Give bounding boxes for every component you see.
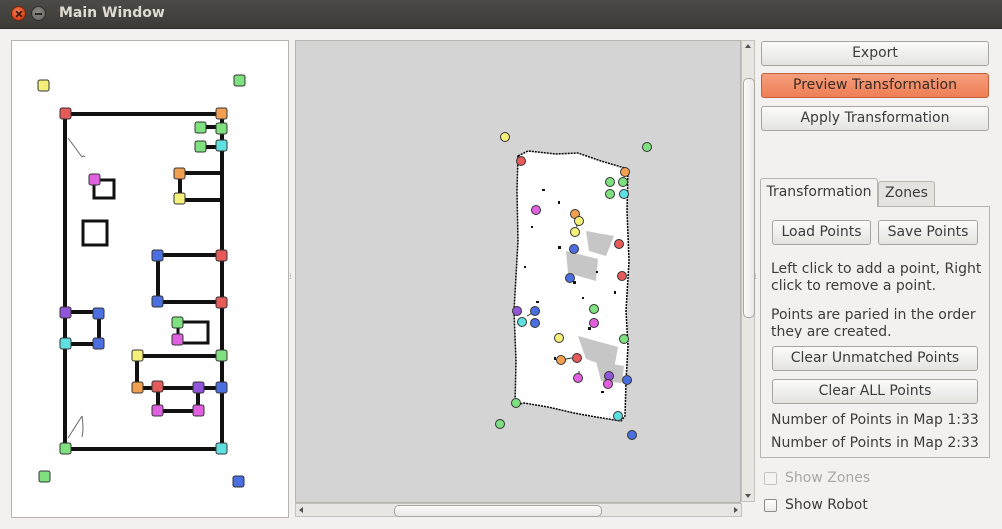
floor-plan-drawing <box>37 74 246 488</box>
map1-count-value: 33 <box>961 412 979 428</box>
map1-canvas[interactable] <box>11 40 289 518</box>
load-points-button[interactable]: Load Points <box>772 220 871 245</box>
preview-transformation-button[interactable]: Preview Transformation <box>761 73 989 98</box>
scroll-up-icon[interactable] <box>745 44 751 48</box>
map2-count-label: Number of Points in Map 2: <box>771 435 961 451</box>
vertical-scrollbar[interactable] <box>741 40 755 502</box>
title-bar: Main Window <box>0 0 1002 29</box>
export-button[interactable]: Export <box>761 41 989 66</box>
note-text-line1: Points are paried in the order <box>771 307 976 323</box>
scroll-down-icon[interactable] <box>745 494 751 498</box>
show-robot-label[interactable]: Show Robot <box>785 497 868 514</box>
splitter-handle[interactable]: ⁞ <box>289 272 292 281</box>
help-text-line2: click to remove a point. <box>771 278 937 294</box>
horizontal-scroll-thumb[interactable] <box>394 505 602 517</box>
clear-all-points-button[interactable]: Clear ALL Points <box>772 379 978 404</box>
note-text-line2: they are created. <box>771 324 892 338</box>
scroll-left-icon[interactable] <box>299 507 303 513</box>
map2-canvas[interactable] <box>295 40 741 503</box>
scroll-right-icon[interactable] <box>734 507 738 513</box>
save-points-button[interactable]: Save Points <box>878 220 978 245</box>
scan-map-drawing <box>495 132 652 440</box>
transformation-pane: Load Points Save Points Left click to ad… <box>760 206 990 458</box>
show-zones-checkbox <box>764 472 777 485</box>
tab-zones[interactable]: Zones <box>878 181 935 206</box>
apply-transformation-button[interactable]: Apply Transformation <box>761 106 989 131</box>
show-zones-label: Show Zones <box>785 470 871 486</box>
clear-unmatched-points-button[interactable]: Clear Unmatched Points <box>772 346 978 371</box>
splitter-handle-right[interactable]: ⁞ <box>754 272 757 281</box>
window-title: Main Window <box>59 5 165 21</box>
tab-transformation[interactable]: Transformation <box>760 178 878 207</box>
close-icon[interactable] <box>11 6 26 21</box>
show-robot-checkbox[interactable] <box>764 499 777 512</box>
map1-count-label: Number of Points in Map 1: <box>771 412 961 428</box>
minimize-icon[interactable] <box>31 6 46 21</box>
horizontal-scrollbar[interactable] <box>295 503 742 517</box>
map2-count-value: 33 <box>961 435 979 451</box>
vertical-scroll-thumb[interactable] <box>743 78 755 318</box>
help-text-line1: Left click to add a point, Right <box>771 261 982 277</box>
